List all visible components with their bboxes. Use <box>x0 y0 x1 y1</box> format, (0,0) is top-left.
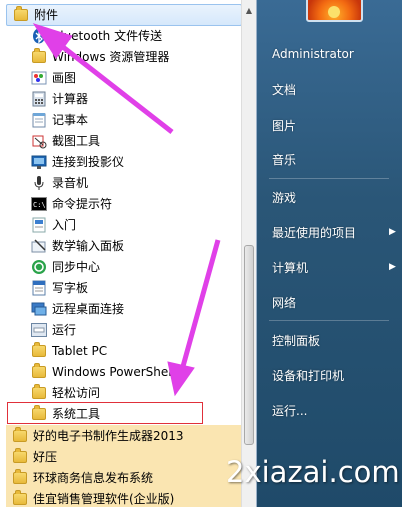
program-folder-sales-management[interactable]: 佳宜销售管理软件(企业版) <box>6 488 247 507</box>
start-menu-right-pane: Administrator 文档 图片 音乐 游戏 最近使用的项目 ▶ 计算机 … <box>257 0 402 507</box>
run-link[interactable]: 运行... <box>272 400 307 420</box>
folder-icon <box>31 362 47 380</box>
bluetooth-icon <box>31 27 47 44</box>
right-pane-divider <box>269 320 389 321</box>
folder-icon <box>13 6 29 23</box>
program-item-snipping-tool[interactable]: 截图工具 <box>31 130 100 151</box>
notepad-icon <box>31 112 47 128</box>
program-item-tablet-pc[interactable]: Tablet PC <box>31 340 107 361</box>
program-item-math-input[interactable]: 数学输入面板 <box>31 235 124 256</box>
folder-icon <box>31 404 47 422</box>
computer-link[interactable]: 计算机 <box>272 257 308 277</box>
control-panel-link[interactable]: 控制面板 <box>272 330 320 350</box>
explorer-icon <box>31 47 47 65</box>
snipping-tool-icon <box>31 133 47 149</box>
user-name-link[interactable]: Administrator <box>272 44 354 64</box>
program-item-windows-powershell[interactable]: Windows PowerShell <box>31 361 175 382</box>
pictures-link[interactable]: 图片 <box>272 115 296 135</box>
math-input-icon <box>31 238 47 254</box>
calculator-icon <box>31 91 47 107</box>
cmd-icon: C:\ <box>31 196 47 212</box>
folder-icon <box>12 468 28 486</box>
remote-desktop-icon <box>31 301 47 317</box>
program-item-wordpad[interactable]: 写字板 <box>31 277 88 298</box>
program-item-remote-desktop[interactable]: 远程桌面连接 <box>31 298 124 319</box>
svg-text:C:\: C:\ <box>33 201 46 209</box>
program-item-calculator[interactable]: 计算器 <box>31 88 88 109</box>
program-item-windows-explorer[interactable]: Windows 资源管理器 <box>31 46 169 67</box>
all-programs-list: 附件 Bluetooth 文件传送 Windows 资源管理器 画图 计算器 记… <box>0 0 257 507</box>
folder-icon <box>31 383 47 401</box>
folder-icon <box>12 426 28 444</box>
program-item-sound-recorder[interactable]: 录音机 <box>31 172 88 193</box>
projector-icon <box>31 154 47 170</box>
games-link[interactable]: 游戏 <box>272 187 296 207</box>
folder-icon <box>31 341 47 359</box>
recent-items-link[interactable]: 最近使用的项目 <box>272 222 356 242</box>
recent-items-arrow-icon: ▶ <box>389 227 396 237</box>
program-folder-ebook-maker[interactable]: 好的电子书制作生成器2013 <box>6 425 247 446</box>
right-pane-divider <box>269 178 389 179</box>
folder-icon <box>12 489 28 507</box>
folder-icon <box>12 447 28 465</box>
program-item-ease-of-access[interactable]: 轻松访问 <box>31 382 100 403</box>
run-icon <box>31 322 47 338</box>
documents-link[interactable]: 文档 <box>272 79 296 99</box>
program-item-paint[interactable]: 画图 <box>31 67 76 88</box>
network-link[interactable]: 网络 <box>272 292 296 312</box>
sync-center-icon <box>31 259 47 275</box>
program-list-scrollbar[interactable]: ▲ <box>241 0 256 507</box>
program-item-sync-center[interactable]: 同步中心 <box>31 256 100 277</box>
music-link[interactable]: 音乐 <box>272 149 296 169</box>
paint-icon <box>31 70 47 86</box>
getting-started-icon <box>31 217 47 233</box>
program-folder-haozip[interactable]: 好压 <box>6 446 247 467</box>
program-item-command-prompt[interactable]: C:\ 命令提示符 <box>31 193 112 214</box>
program-item-getting-started[interactable]: 入门 <box>31 214 76 235</box>
scroll-up-arrow-icon[interactable]: ▲ <box>242 3 256 17</box>
program-item-projector[interactable]: 连接到投影仪 <box>31 151 124 172</box>
user-avatar[interactable] <box>306 0 363 22</box>
wordpad-icon <box>31 280 47 296</box>
accessories-folder[interactable]: 附件 <box>6 4 242 26</box>
program-item-system-tools[interactable]: 系统工具 <box>31 403 100 424</box>
accessories-folder-label: 附件 <box>34 8 59 22</box>
microphone-icon <box>31 175 47 191</box>
devices-printers-link[interactable]: 设备和打印机 <box>272 365 344 385</box>
program-folder-global-business[interactable]: 环球商务信息发布系统 <box>6 467 247 488</box>
computer-arrow-icon: ▶ <box>389 262 396 272</box>
program-item-bluetooth[interactable]: Bluetooth 文件传送 <box>31 25 162 46</box>
scrollbar-thumb[interactable] <box>244 245 254 445</box>
program-item-notepad[interactable]: 记事本 <box>31 109 88 130</box>
watermark-text: 2xiazai.com <box>226 455 400 489</box>
program-item-run[interactable]: 运行 <box>31 319 76 340</box>
